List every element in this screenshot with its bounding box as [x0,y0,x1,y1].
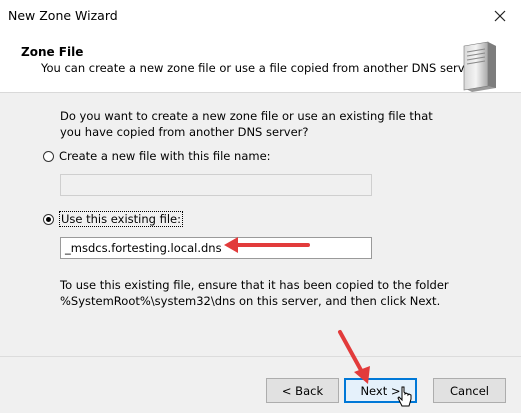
page-subtitle: You can create a new zone file or use a … [41,61,479,75]
option-existing-file-label: Use this existing file: [59,211,183,227]
annotation-arrow-icon [224,237,310,253]
back-button[interactable]: < Back [266,378,339,403]
wizard-footer: < Back Next > Cancel [0,356,521,413]
option-new-file-label: Create a new file with this file name: [59,149,271,163]
window-title: New Zone Wizard [8,8,118,23]
wizard-content: Do you want to create a new zone file or… [0,93,521,356]
page-title: Zone File [21,45,84,59]
radio-new-file[interactable] [43,150,54,162]
title-bar: New Zone Wizard [0,0,521,32]
existing-file-field[interactable]: _msdcs.fortesting.local.dns [60,237,372,259]
help-note: To use this existing file, ensure that i… [60,278,449,308]
option-existing-file[interactable]: Use this existing file: [43,211,183,227]
cancel-button[interactable]: Cancel [433,378,506,403]
radio-existing-file[interactable] [43,213,54,225]
option-new-file[interactable]: Create a new file with this file name: [43,149,271,163]
annotation-arrow-down-icon [338,330,370,384]
question-text: Do you want to create a new zone file or… [60,109,433,139]
server-icon [463,41,496,92]
wizard-header: Zone File You can create a new zone file… [0,32,521,93]
new-file-name-field[interactable] [60,174,372,196]
close-icon[interactable] [489,5,511,27]
mouse-cursor-icon [397,386,412,407]
